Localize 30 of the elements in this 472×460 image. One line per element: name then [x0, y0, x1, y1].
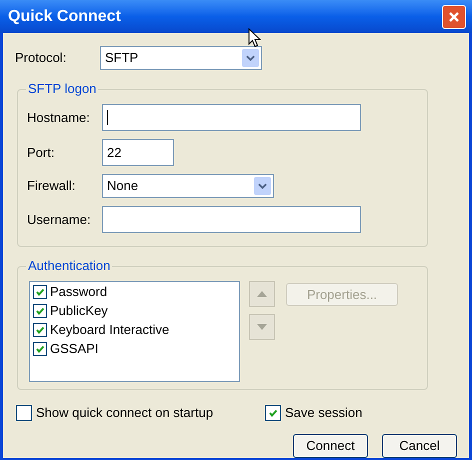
text-field[interactable]: 22: [102, 139, 174, 166]
checkbox[interactable]: [33, 304, 47, 318]
cancel-button[interactable]: Cancel: [382, 434, 457, 458]
list-item[interactable]: PublicKey: [50, 304, 108, 318]
checkbox[interactable]: [265, 404, 281, 421]
list-item[interactable]: Password: [50, 285, 108, 299]
field-label: Protocol:: [15, 49, 68, 68]
window-title: Quick Connect: [8, 6, 121, 26]
checkbox-label[interactable]: Show quick connect on startup: [36, 403, 214, 422]
field-label: Hostname:: [27, 108, 91, 127]
connect-button[interactable]: Connect: [293, 434, 368, 458]
list-item[interactable]: Keyboard Interactive: [50, 323, 170, 337]
text-field[interactable]: [102, 104, 361, 131]
checkbox-label[interactable]: Save session: [285, 403, 362, 422]
field-label: Username:: [27, 210, 92, 229]
checkbox[interactable]: [16, 404, 32, 421]
check-icon: [268, 408, 278, 418]
field-label: Firewall:: [27, 177, 76, 196]
checkbox[interactable]: [33, 285, 47, 299]
checkbox[interactable]: [33, 323, 47, 337]
list-item[interactable]: GSSAPI: [50, 342, 98, 356]
protocol-dropdown[interactable]: SFTP: [100, 46, 262, 70]
text-field[interactable]: [102, 206, 361, 233]
mouse-pointer-icon: [248, 28, 261, 48]
close-icon: [448, 10, 460, 22]
checkbox[interactable]: [33, 342, 47, 356]
firewall-dropdown[interactable]: None: [102, 174, 274, 198]
field-label: Port:: [27, 144, 56, 162]
authentication-list[interactable]: Password PublicKey Keyboard Interactive GSSAPI: [29, 281, 240, 382]
close-button[interactable]: [442, 4, 466, 28]
